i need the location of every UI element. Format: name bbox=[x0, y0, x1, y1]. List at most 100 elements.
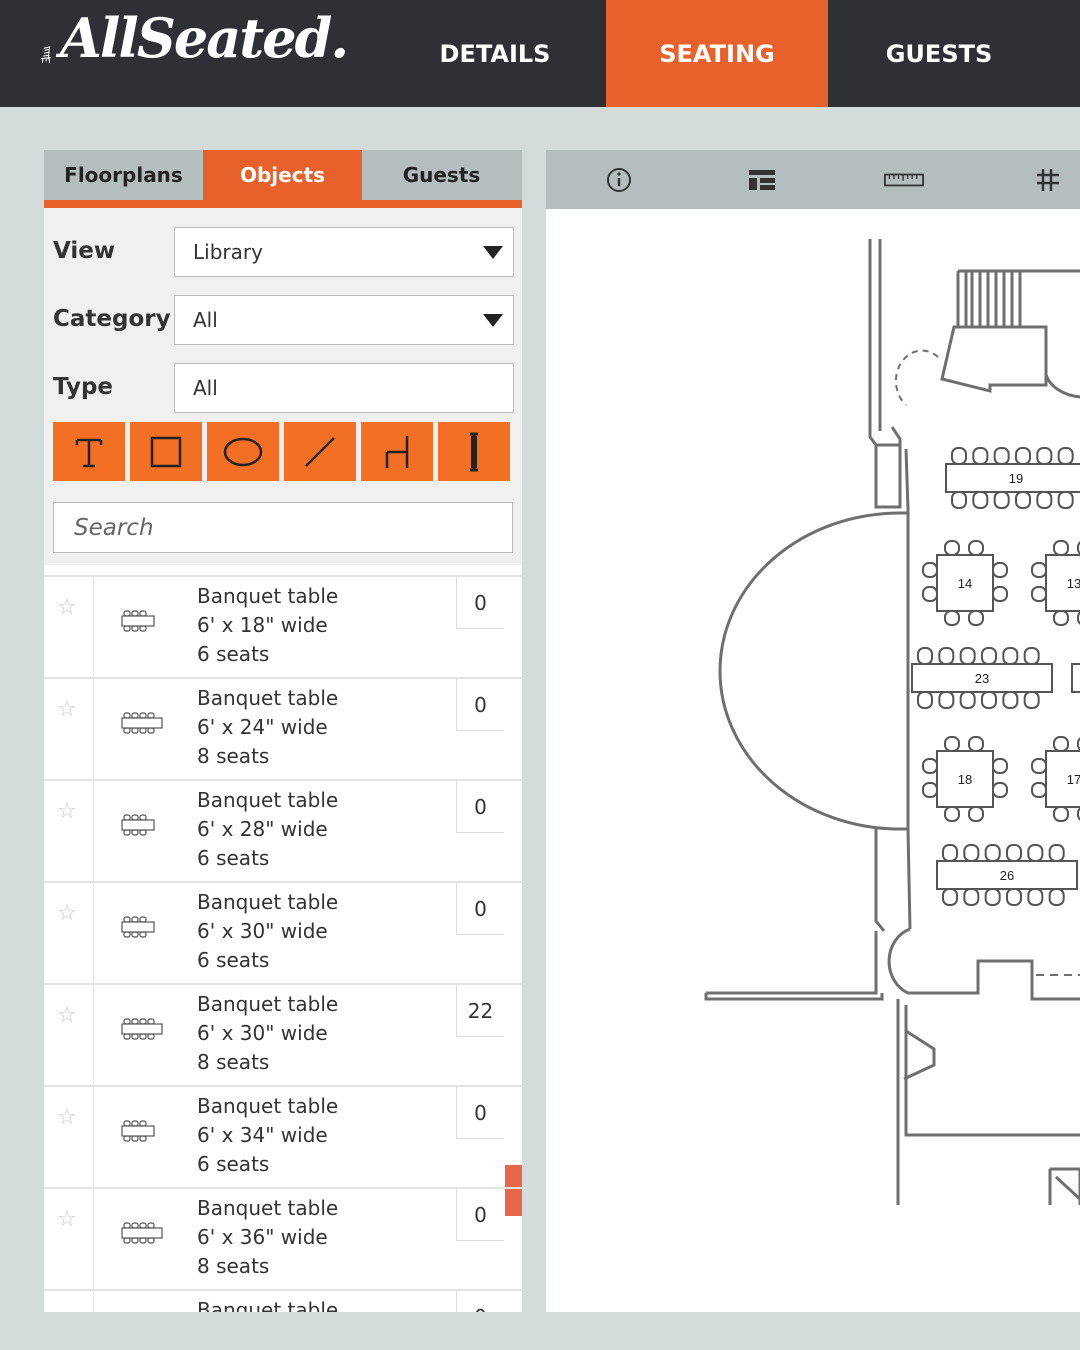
object-quantity[interactable]: 0 bbox=[456, 1291, 504, 1312]
chair bbox=[972, 447, 989, 465]
star-icon[interactable]: ☆ bbox=[57, 1105, 77, 1130]
nav-tab-guests[interactable]: GUESTS bbox=[828, 0, 1050, 107]
object-quantity[interactable]: 22 bbox=[456, 985, 504, 1037]
tab-floorplans[interactable]: Floorplans bbox=[44, 150, 203, 200]
banquet-table-icon bbox=[118, 1119, 164, 1147]
object-size: 6' x 28" wide bbox=[197, 817, 328, 841]
chair bbox=[1053, 610, 1069, 626]
star-icon[interactable]: ☆ bbox=[57, 799, 77, 824]
object-quantity[interactable]: 0 bbox=[456, 577, 504, 629]
chair bbox=[922, 562, 938, 578]
line-tool-button[interactable] bbox=[284, 422, 356, 481]
object-seats: 8 seats bbox=[197, 1254, 270, 1278]
category-select[interactable]: All bbox=[174, 295, 514, 345]
object-quantity[interactable]: 0 bbox=[456, 1189, 504, 1241]
tab-objects[interactable]: Objects bbox=[203, 150, 362, 200]
search-input[interactable]: Search bbox=[53, 502, 513, 553]
object-description: Banquet table 6' x 34" wide 6 seats bbox=[197, 1092, 338, 1179]
chair-tool-button[interactable] bbox=[361, 422, 433, 481]
table-number: 18 bbox=[958, 772, 972, 787]
chair bbox=[1031, 562, 1047, 578]
object-quantity[interactable]: 0 bbox=[456, 781, 504, 833]
star-icon[interactable]: ☆ bbox=[57, 1309, 77, 1312]
wall-tool-button[interactable] bbox=[438, 422, 510, 481]
chair bbox=[1031, 782, 1047, 798]
list-item[interactable]: ☆ Banquet table 6' x 28" wide 6 seats 0 bbox=[44, 779, 522, 883]
banquet-table[interactable] bbox=[1071, 663, 1080, 693]
rectangle-tool-button[interactable] bbox=[130, 422, 202, 481]
ellipse-tool-button[interactable] bbox=[207, 422, 279, 481]
object-size: 6' x 30" wide bbox=[197, 919, 328, 943]
chair bbox=[968, 736, 984, 752]
chair bbox=[1015, 491, 1031, 509]
ruler-button[interactable] bbox=[884, 162, 924, 198]
favorite-column: ☆ bbox=[44, 1291, 94, 1312]
info-button[interactable] bbox=[599, 162, 639, 198]
chair bbox=[1006, 844, 1022, 862]
chair bbox=[959, 691, 976, 709]
floorplan-drawing: 19 14 13 23 18 17 26 bbox=[704, 239, 1080, 1205]
object-seats: 6 seats bbox=[197, 846, 270, 870]
object-name: Banquet table bbox=[197, 686, 339, 710]
chair bbox=[981, 647, 997, 665]
list-item[interactable]: ☆ Banquet table 6' x 34" wide 6 seats 0 bbox=[44, 1085, 522, 1189]
tab-guests[interactable]: Guests bbox=[362, 150, 521, 200]
chair bbox=[1057, 491, 1074, 509]
chair bbox=[951, 491, 967, 509]
star-icon[interactable]: ☆ bbox=[57, 901, 77, 926]
object-description: Banquet table 6' x 30" wide 6 seats bbox=[197, 888, 338, 975]
star-icon[interactable]: ☆ bbox=[57, 1207, 77, 1232]
layout-button[interactable] bbox=[742, 162, 782, 198]
type-field[interactable]: All bbox=[174, 363, 514, 413]
line-tool-icon bbox=[305, 436, 335, 467]
brand-logo[interactable]: AllSeated. bbox=[60, 6, 349, 70]
star-icon[interactable]: ☆ bbox=[57, 697, 77, 722]
chair bbox=[963, 844, 980, 862]
nav-tab-details[interactable]: DETAILS bbox=[384, 0, 606, 107]
object-description: Banquet table 6' x 36" wide 8 seats bbox=[197, 1194, 338, 1281]
chair bbox=[951, 447, 967, 465]
chair bbox=[1027, 888, 1044, 906]
text-tool-button[interactable] bbox=[53, 422, 125, 481]
table-number: 19 bbox=[1009, 471, 1023, 486]
list-item[interactable]: ☆ Banquet table 6' x 30" wide 6 seats 0 bbox=[44, 881, 522, 985]
active-tab-underline bbox=[44, 200, 522, 208]
favorite-column: ☆ bbox=[44, 1087, 94, 1189]
list-item[interactable]: ☆ Banquet table 6' x 36" wide 8 seats 0 bbox=[44, 1187, 522, 1291]
chair bbox=[984, 844, 1001, 862]
chair bbox=[944, 610, 960, 626]
favorite-column: ☆ bbox=[44, 1189, 94, 1291]
object-name: Banquet table bbox=[197, 788, 339, 812]
object-quantity[interactable]: 0 bbox=[456, 883, 504, 935]
list-item[interactable]: ☆ Banquet table 6' x 18" wide 6 seats 0 bbox=[44, 575, 522, 679]
star-icon[interactable]: ☆ bbox=[57, 1003, 77, 1028]
list-item[interactable]: ☆ Banquet table 6' x 24" wide 8 seats 0 bbox=[44, 677, 522, 781]
star-icon[interactable]: ☆ bbox=[57, 595, 77, 620]
view-select[interactable]: Library bbox=[174, 227, 514, 277]
grid-button[interactable] bbox=[1028, 162, 1068, 198]
object-quantity[interactable]: 0 bbox=[456, 1087, 504, 1139]
chair bbox=[981, 691, 997, 709]
chevron-down-icon bbox=[483, 246, 503, 259]
ruler-icon bbox=[884, 173, 924, 187]
nav-tab-seating[interactable]: SEATING bbox=[606, 0, 828, 107]
object-seats: 8 seats bbox=[197, 1050, 270, 1074]
chair bbox=[992, 782, 1008, 798]
list-item[interactable]: ☆ Banquet table 0 bbox=[44, 1289, 522, 1312]
favorite-column: ☆ bbox=[44, 679, 94, 781]
floorplan-canvas[interactable]: 19 14 13 23 18 17 26 bbox=[546, 209, 1080, 1312]
type-label: Type bbox=[53, 374, 114, 400]
chair bbox=[984, 888, 1001, 906]
object-size: 6' x 34" wide bbox=[197, 1123, 328, 1147]
chair bbox=[1023, 691, 1040, 709]
canvas-toolbar bbox=[546, 150, 1080, 209]
chair bbox=[922, 586, 938, 602]
object-name: Banquet table bbox=[197, 1094, 339, 1118]
object-quantity[interactable]: 0 bbox=[456, 679, 504, 731]
favorite-column: ☆ bbox=[44, 577, 94, 679]
chair bbox=[922, 782, 938, 798]
chair bbox=[942, 888, 958, 906]
chair bbox=[1002, 691, 1019, 709]
list-item[interactable]: ☆ Banquet table 6' x 30" wide 8 seats 22 bbox=[44, 983, 522, 1087]
chair bbox=[1036, 491, 1053, 509]
